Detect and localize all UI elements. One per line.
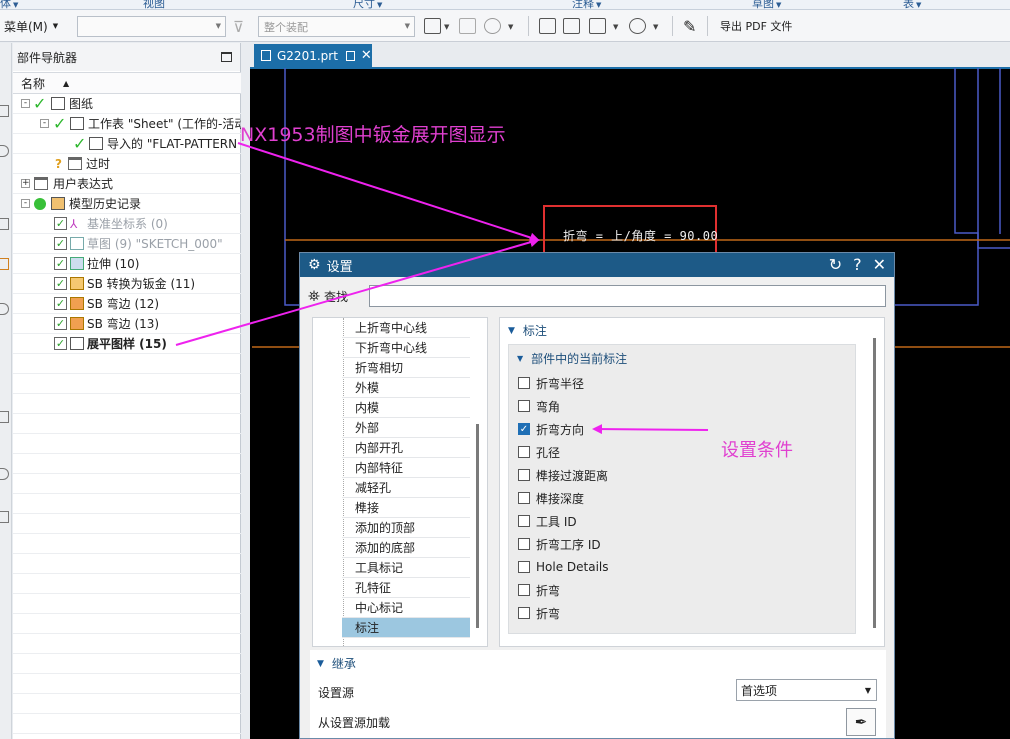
arrow-bend-direction [592,424,709,435]
arrow-flat-pattern [175,237,540,346]
annotation-arrows [175,142,709,435]
arrow-imported-view [237,142,540,243]
